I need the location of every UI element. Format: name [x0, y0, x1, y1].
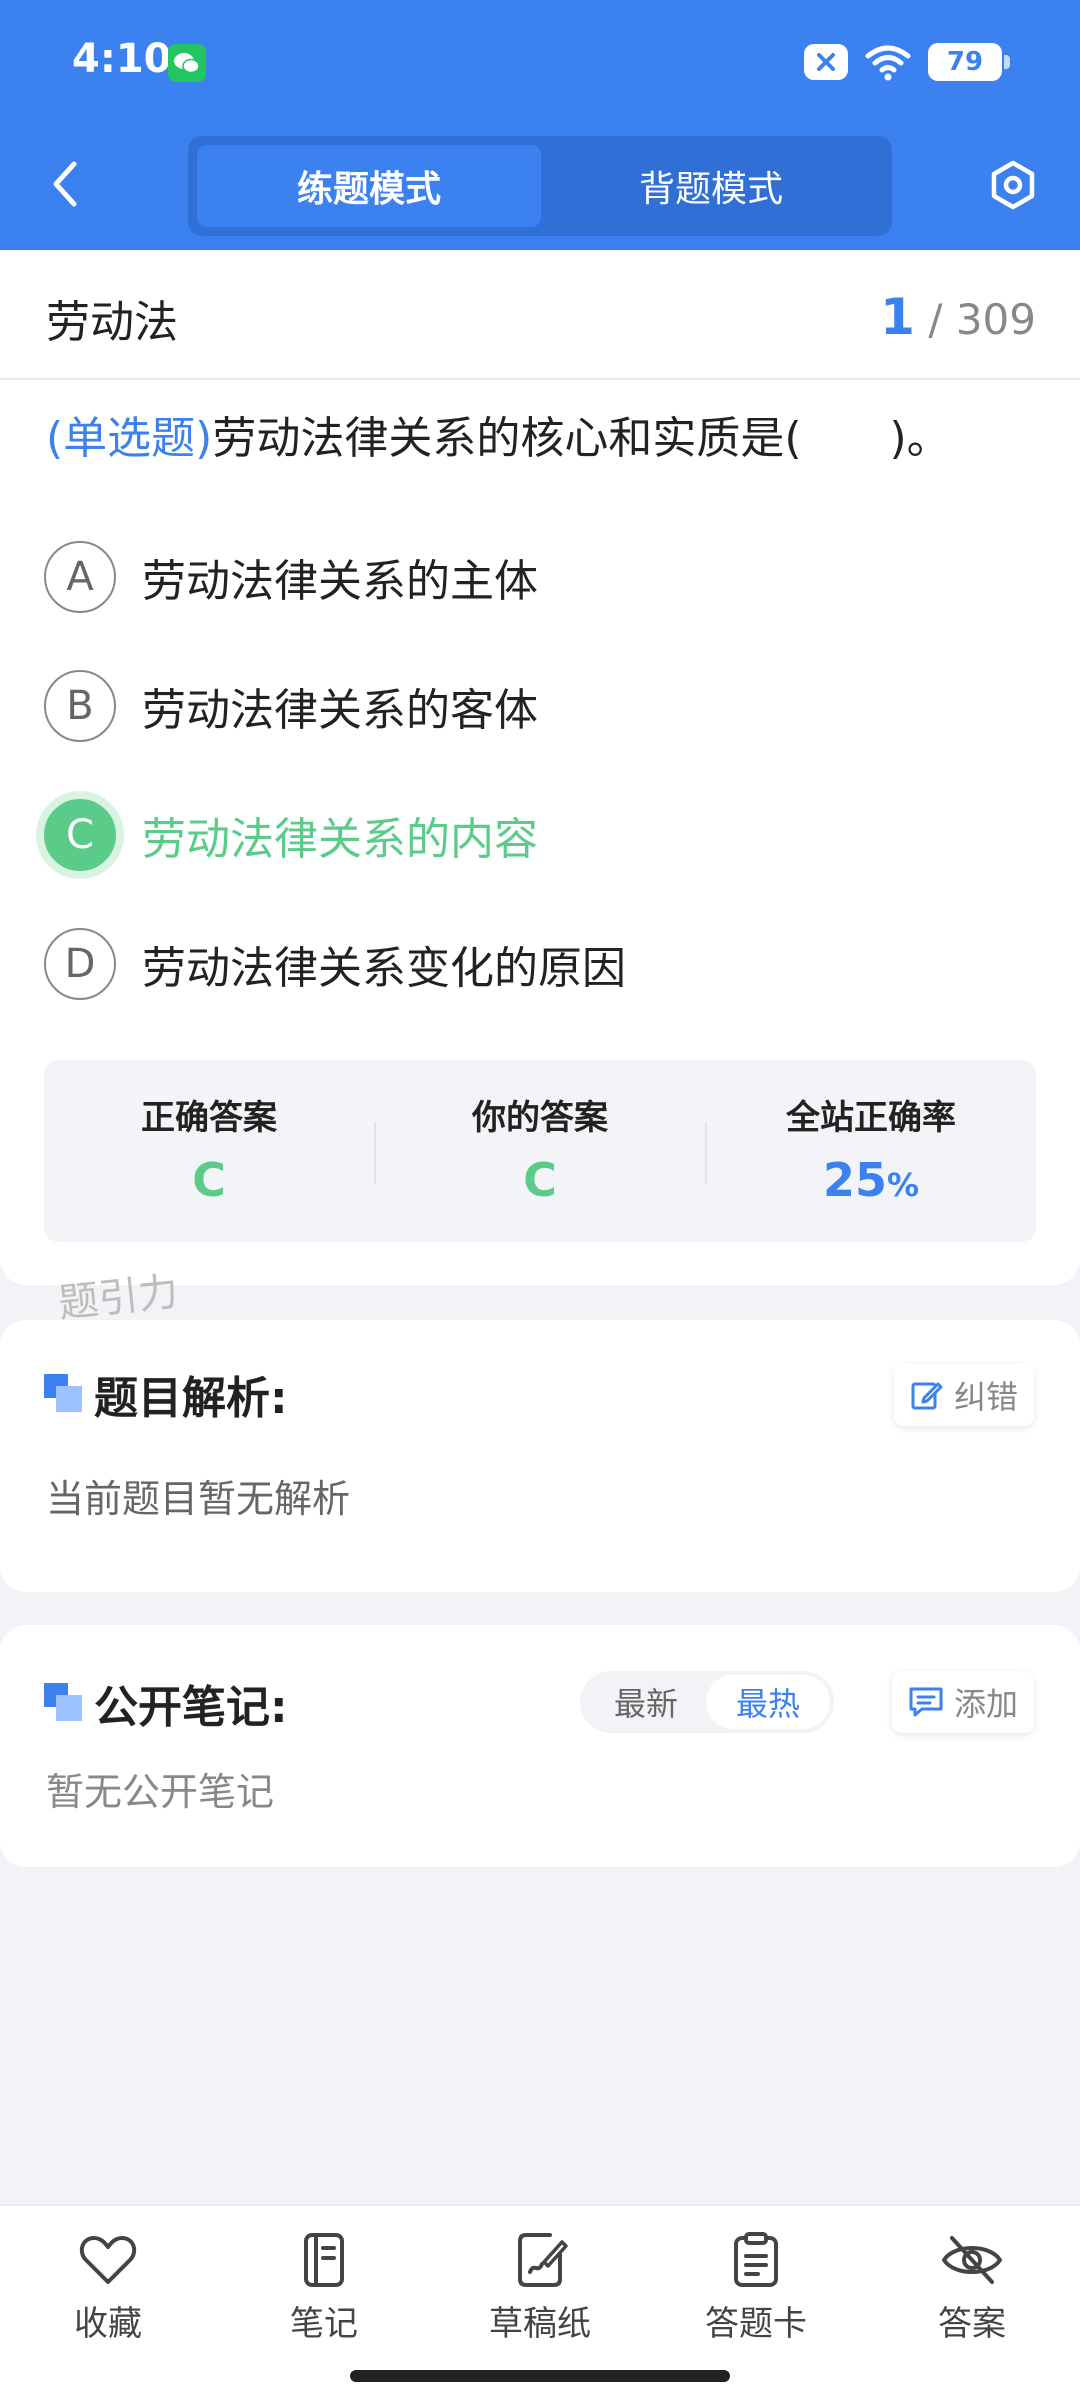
draft-icon — [518, 2233, 568, 2287]
nav-favorite-label: 收藏 — [74, 2304, 142, 2344]
correct-answer-value: C — [192, 1153, 226, 1207]
home-indicator[interactable] — [350, 2370, 730, 2382]
tab-recite-mode[interactable]: 背题模式 — [539, 145, 883, 227]
heart-icon — [79, 2236, 137, 2284]
notes-sort-toggle: 最新 最热 — [580, 1671, 834, 1733]
nav-notes-label: 笔记 — [290, 2304, 358, 2344]
total-questions: / 309 — [928, 295, 1036, 344]
option-b[interactable]: B 劳动法律关系的客体 — [44, 669, 1034, 743]
watermark: 题引力 — [56, 1268, 181, 1328]
question-card: 劳动法 1 / 309 (单选题)劳动法律关系的核心和实质是( )。 A 劳动法… — [0, 250, 1080, 1285]
eye-off-icon — [942, 2236, 1002, 2284]
sort-newest[interactable]: 最新 — [584, 1671, 708, 1733]
option-c[interactable]: C 劳动法律关系的内容 — [44, 798, 1034, 872]
add-note-label: 添加 — [953, 1685, 1018, 1723]
site-accuracy-number: 25 — [822, 1153, 887, 1207]
comment-icon — [909, 1687, 943, 1717]
question-stem: (单选题)劳动法律关系的核心和实质是( )。 — [46, 408, 1036, 470]
wifi-icon — [864, 42, 912, 82]
nav-answer-label: 答案 — [938, 2304, 1006, 2344]
option-d[interactable]: D 劳动法律关系变化的原因 — [44, 927, 1034, 1001]
report-error-label: 纠错 — [953, 1378, 1018, 1416]
battery-indicator: 79 — [928, 43, 1010, 81]
option-letter: B — [44, 670, 116, 742]
app-header: 4:10 79 练题模式 背题模式 — [0, 0, 1080, 250]
correct-answer-label: 正确答案 — [141, 1098, 277, 1138]
option-text: 劳动法律关系的主体 — [142, 556, 538, 607]
your-answer-label: 你的答案 — [472, 1098, 608, 1138]
nav-draft[interactable]: 草稿纸 — [432, 2232, 648, 2345]
status-bar: 4:10 79 — [0, 0, 1080, 126]
notes-title: 公开笔记: — [94, 1682, 288, 1733]
subject-title: 劳动法 — [46, 297, 178, 348]
nav-answer-sheet[interactable]: 答题卡 — [648, 2232, 864, 2345]
answer-sheet-icon — [734, 2232, 778, 2287]
settings-icon[interactable] — [986, 158, 1040, 212]
analysis-body: 当前题目暂无解析 — [46, 1477, 351, 1521]
sort-hot[interactable]: 最热 — [706, 1675, 830, 1729]
notes-body: 暂无公开笔记 — [46, 1770, 275, 1814]
public-notes-card: 公开笔记: 最新 最热 添加 暂无公开笔记 — [0, 1625, 1080, 1867]
option-text: 劳动法律关系的客体 — [142, 685, 538, 736]
status-time: 4:10 — [72, 36, 172, 82]
notebook-icon — [304, 2233, 344, 2287]
nav-answer-sheet-label: 答题卡 — [705, 2304, 807, 2344]
status-icons: 79 — [804, 40, 1010, 84]
site-accuracy: 全站正确率 25% — [706, 1060, 1036, 1242]
nav-notes[interactable]: 笔记 — [216, 2232, 432, 2345]
edit-icon — [911, 1382, 943, 1410]
option-letter: A — [44, 541, 116, 613]
wechat-notification-icon — [168, 44, 206, 82]
tab-practice-mode[interactable]: 练题模式 — [197, 145, 541, 227]
section-icon — [44, 1683, 82, 1721]
your-answer: 你的答案 C — [375, 1060, 705, 1242]
close-app-indicator-icon — [804, 44, 848, 80]
option-text: 劳动法律关系变化的原因 — [142, 943, 626, 994]
nav-favorite[interactable]: 收藏 — [0, 2232, 216, 2345]
option-letter: C — [44, 799, 116, 871]
question-text: 劳动法律关系的核心和实质是( )。 — [212, 413, 951, 464]
nav-draft-label: 草稿纸 — [489, 2304, 591, 2344]
site-accuracy-value: 25% — [706, 1153, 1036, 1207]
subject-row: 劳动法 1 / 309 — [0, 250, 1080, 380]
your-answer-value: C — [523, 1153, 557, 1207]
mode-switch: 练题模式 背题模式 — [188, 136, 892, 236]
answer-summary: 正确答案 C 你的答案 C 全站正确率 25% — [44, 1060, 1036, 1242]
nav-answer[interactable]: 答案 — [864, 2232, 1080, 2345]
analysis-title: 题目解析: — [94, 1373, 288, 1424]
question-type: (单选题) — [46, 413, 213, 464]
current-question-number: 1 — [880, 288, 915, 346]
site-accuracy-unit: % — [886, 1166, 920, 1204]
correct-answer: 正确答案 C — [44, 1060, 374, 1242]
site-accuracy-label: 全站正确率 — [786, 1098, 956, 1138]
back-icon[interactable] — [44, 158, 84, 210]
section-icon — [44, 1374, 82, 1412]
analysis-card: 题目解析: 纠错 当前题目暂无解析 — [0, 1320, 1080, 1592]
option-letter: D — [44, 928, 116, 1000]
option-text: 劳动法律关系的内容 — [142, 814, 538, 865]
question-counter: 1 / 309 — [880, 288, 1036, 346]
add-note-button[interactable]: 添加 — [891, 1671, 1034, 1733]
option-a[interactable]: A 劳动法律关系的主体 — [44, 540, 1034, 614]
report-error-button[interactable]: 纠错 — [893, 1364, 1034, 1426]
